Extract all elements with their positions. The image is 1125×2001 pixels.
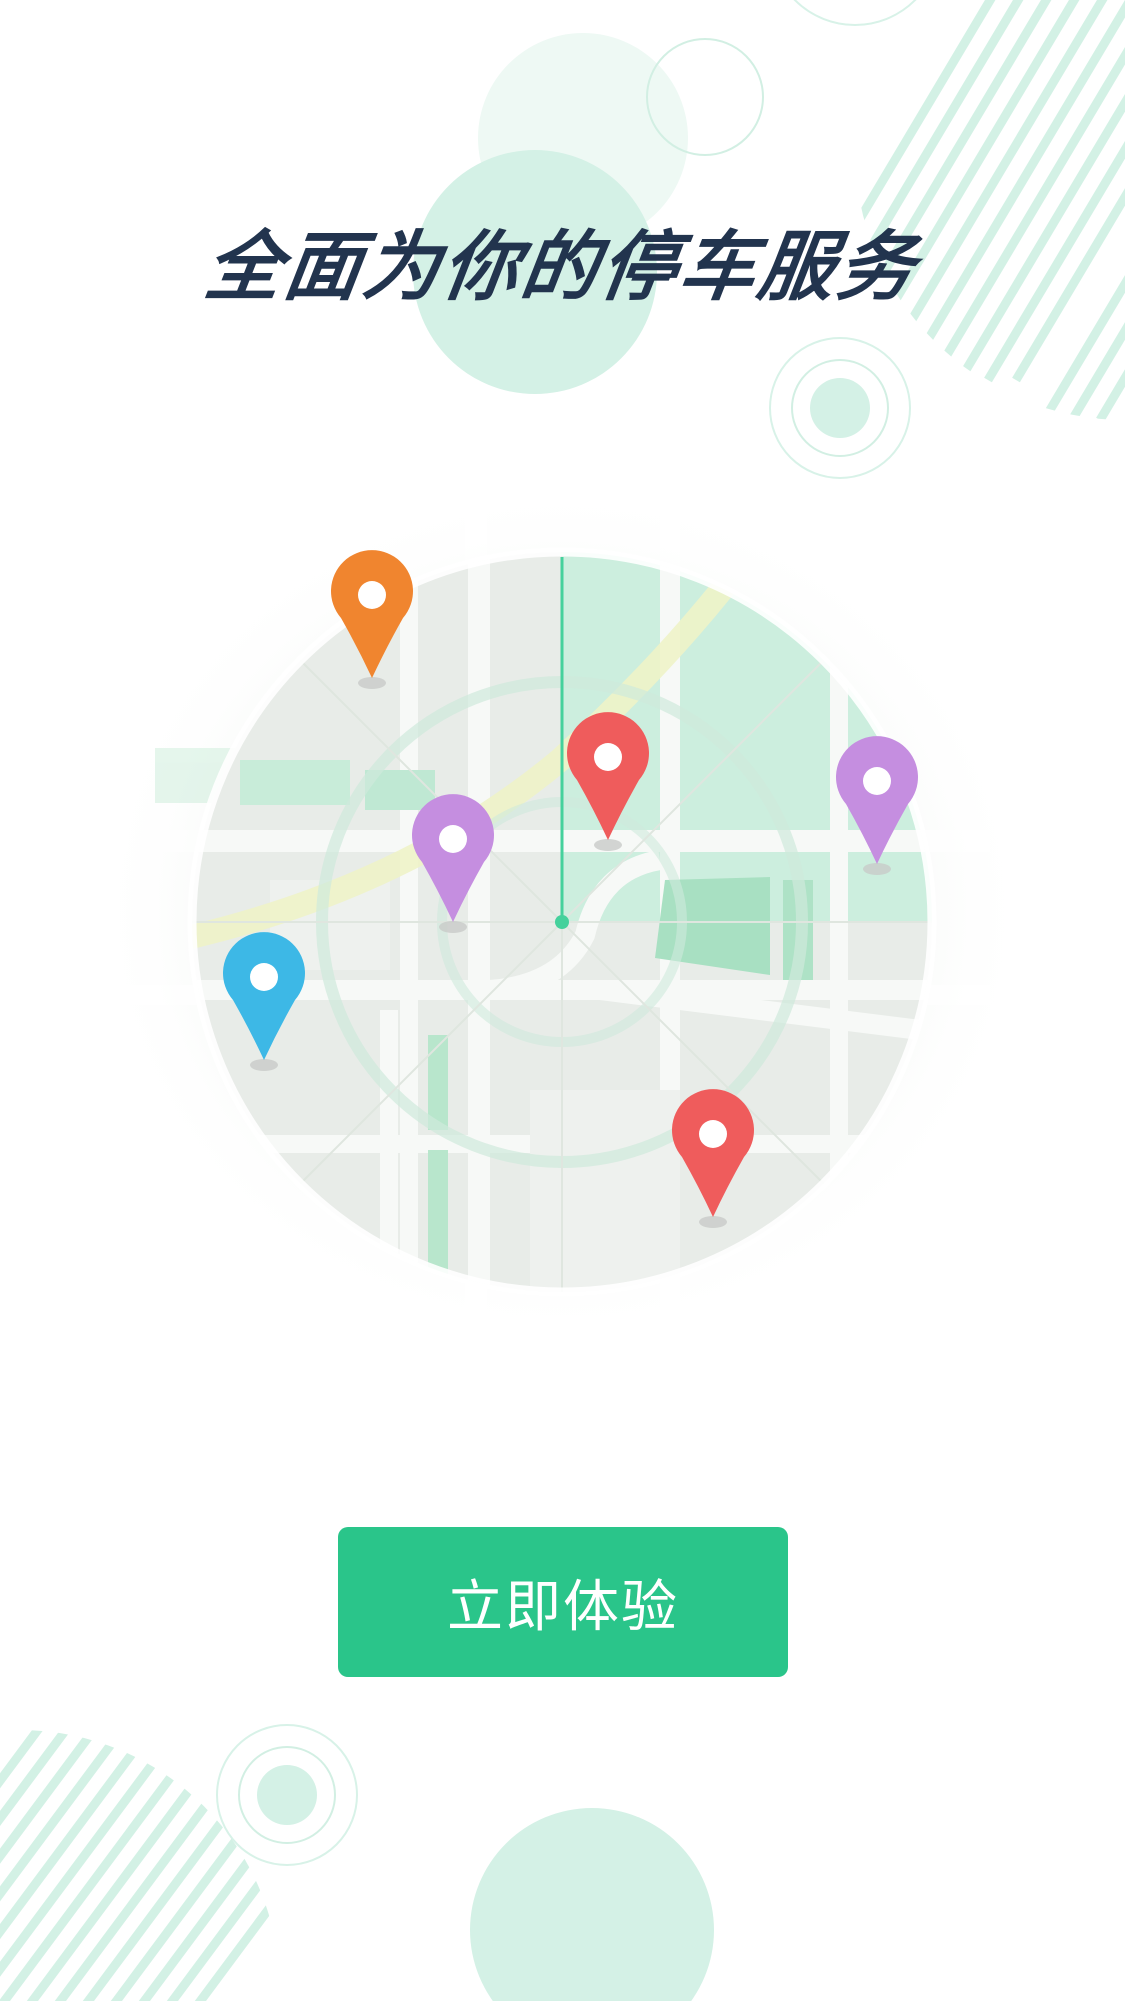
experience-now-label: 立即体验 — [447, 1574, 679, 1640]
blue-pin-icon — [223, 932, 305, 1071]
map-pins — [223, 550, 918, 1228]
orange-pin-icon — [331, 550, 413, 689]
red-pin-icon — [672, 1089, 754, 1228]
red-pin-icon — [567, 712, 649, 851]
purple-pin-icon — [836, 736, 918, 875]
experience-now-button[interactable]: 立即体验 — [338, 1527, 788, 1677]
purple-pin-icon — [412, 794, 494, 933]
